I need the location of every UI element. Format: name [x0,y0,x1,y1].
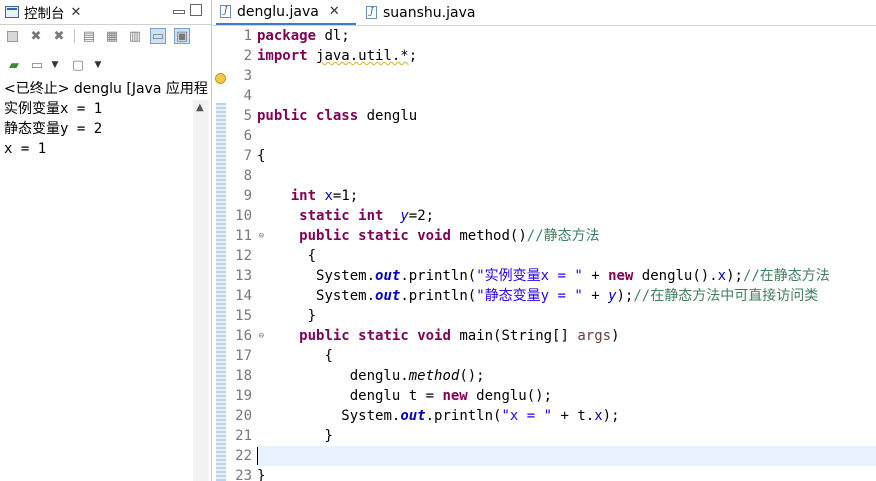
code-line[interactable]: System.out.println("x = " + t.x); [257,406,876,426]
code-line[interactable]: { [257,146,876,166]
code-line[interactable]: package dl; [257,26,876,46]
console-toolbar-secondary: ▰ ▭ ▼ ▢ ▼ [0,54,211,76]
code-line[interactable] [257,126,876,146]
current-code-line[interactable] [257,446,876,466]
java-file-icon: J [220,5,231,18]
toolbar-separator [74,29,75,43]
tab-denglu-java[interactable]: J denglu.java ✕ [216,0,356,25]
line-number: 18 [235,368,252,384]
code-line[interactable]: public static void method()//静态方法 [257,226,876,246]
line-number: 6 [243,128,252,144]
line-number: 14 [235,288,252,304]
console-output: 实例变量x = 1 静态变量y = 2 x = 1 [4,99,102,159]
show-on-stdout-icon[interactable]: ▭ [150,28,166,44]
console-tab-label: 控制台 [24,6,65,22]
line-number: 9 [243,188,252,204]
code-line[interactable] [257,66,876,86]
line-number: 20 [235,408,252,424]
show-on-stderr-icon[interactable]: ▣ [174,28,190,44]
code-line[interactable] [257,86,876,106]
console-line: 静态变量y = 2 [4,121,103,137]
code-line[interactable]: int x=1; [257,186,876,206]
line-number-foldable: 11 ⊖ [226,226,264,246]
console-toolbar: ✖ ✖ ▤ ▦ ▥ ▭ ▣ [0,25,211,47]
close-icon[interactable]: ✕ [71,5,82,20]
line-number: 15 [235,308,252,324]
console-tab[interactable]: 控制台 ✕ [0,0,96,24]
line-number: 2 [243,48,252,64]
code-line[interactable]: static int y=2; [257,206,876,226]
code-line[interactable]: { [257,246,876,266]
line-number-gutter: 1 2 3 4 5 6 7 8 9 10 11 ⊖ 12 13 14 15 16 ⊖… [226,26,264,481]
line-number-foldable: 16 ⊖ [226,326,264,346]
code-line[interactable]: public static void main(String[] args) [257,326,876,346]
console-scrollbar[interactable]: ▲ [193,100,209,481]
console-line: 实例变量x = 1 [4,101,103,117]
line-number: 7 [243,148,252,164]
display-selected-console-icon[interactable]: ▭ [29,57,45,73]
line-number: 21 [235,428,252,444]
console-view: 控制台 ✕ ✖ ✖ ▤ ▦ ▥ ▭ ▣ ▰ ▭ ▼ ▢ ▼ <已终止> deng… [0,0,212,481]
editor-tab-bar: J denglu.java ✕ J suanshu.java [212,0,876,26]
tab-label: suanshu.java [383,4,476,21]
scroll-up-icon[interactable]: ▲ [196,102,204,113]
line-number: 3 [243,68,252,84]
line-number: 5 [243,108,252,124]
process-label: <已终止> denglu [Java 应用程 [4,81,208,97]
code-area[interactable]: package dl; import java.util.*; public c… [257,26,876,481]
console-tab-bar: 控制台 ✕ [0,0,211,25]
code-line[interactable] [257,166,876,186]
line-number: 22 [235,448,252,464]
line-number: 23 [235,468,252,481]
scroll-lock-icon[interactable]: ▦ [104,28,120,44]
code-line[interactable]: denglu.method(); [257,366,876,386]
console-line: x = 1 [4,141,47,157]
line-number: 12 [235,248,252,264]
line-number: 17 [235,348,252,364]
remove-launch-icon[interactable]: ✖ [28,28,44,44]
chevron-down-icon[interactable]: ▼ [47,57,63,73]
minimize-icon[interactable] [173,10,185,14]
tab-suanshu-java[interactable]: J suanshu.java [356,0,486,25]
chevron-down-icon[interactable]: ▼ [90,57,106,73]
code-line[interactable]: import java.util.*; [257,46,876,66]
text-caret [257,447,258,465]
code-line[interactable]: } [257,426,876,446]
code-line[interactable]: { [257,346,876,366]
code-line[interactable]: System.out.println("实例变量x = " + new deng… [257,266,876,286]
code-line[interactable]: } [257,306,876,326]
line-number: 19 [235,388,252,404]
word-wrap-icon[interactable]: ▥ [127,28,143,44]
clear-console-icon[interactable]: ▤ [81,28,97,44]
warning-icon[interactable] [215,73,226,84]
java-file-icon: J [366,6,377,19]
line-number: 4 [243,88,252,104]
remove-all-icon[interactable]: ✖ [51,28,67,44]
close-icon[interactable]: ✕ [329,4,340,19]
code-line[interactable]: } [257,466,876,481]
code-line[interactable]: denglu t = new denglu(); [257,386,876,406]
line-number: 8 [243,168,252,184]
code-line[interactable]: System.out.println("静态变量y = " + y);//在静态… [257,286,876,306]
quick-diff-ruler[interactable] [216,103,226,481]
line-number: 16 [235,328,252,344]
line-number: 1 [243,28,252,44]
maximize-icon[interactable] [190,4,202,16]
line-number: 11 [235,228,252,244]
console-icon [5,6,19,18]
line-number: 10 [235,208,252,224]
open-console-icon[interactable]: ▢ [70,57,86,73]
code-line[interactable]: public class denglu [257,106,876,126]
java-editor: J denglu.java ✕ J suanshu.java 1 2 3 4 5… [212,0,876,481]
tab-label: denglu.java [237,3,319,20]
pin-console-icon[interactable]: ▰ [6,57,22,73]
line-number: 13 [235,268,252,284]
terminate-icon[interactable] [7,31,18,42]
